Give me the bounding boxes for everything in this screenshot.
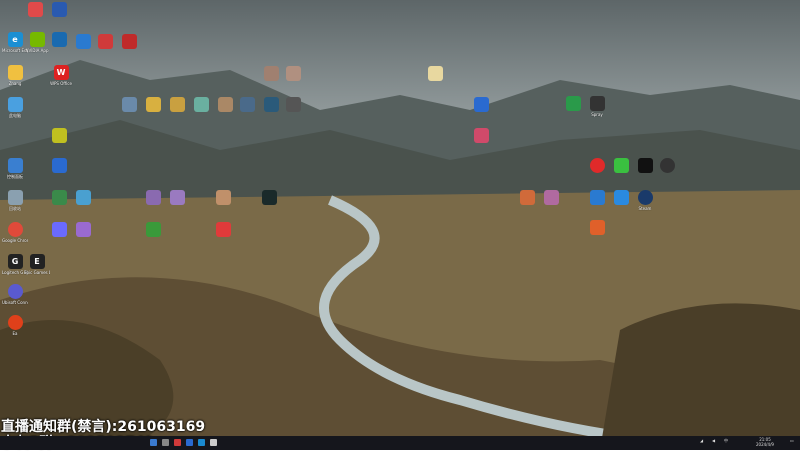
icon-label: Epic Games Launcher (24, 270, 50, 275)
logitech-icon: G (7, 254, 23, 269)
app-icon[interactable] (474, 97, 489, 112)
icon-label: Ea (12, 331, 18, 336)
app-icon[interactable] (264, 97, 279, 112)
app-icon[interactable] (590, 220, 605, 235)
app-icon[interactable] (194, 97, 209, 112)
app-icon[interactable] (146, 190, 161, 205)
taskbar-app-icon[interactable] (186, 439, 193, 446)
steam-icon (637, 190, 653, 205)
clock[interactable]: 21:05 2024/4/9 (756, 437, 774, 447)
icon-label: Spray (591, 112, 603, 117)
app-icon[interactable] (264, 66, 279, 81)
app-icon[interactable] (286, 66, 301, 81)
icon-label: 控制面板 (7, 174, 23, 179)
icon-label: Google Chrome (2, 238, 28, 243)
icon-label: NVIDIA App (25, 48, 49, 53)
spray-icon (589, 96, 605, 111)
clock-date: 2024/4/9 (756, 442, 774, 447)
input-language[interactable]: 中 (724, 438, 728, 444)
ea-shortcut[interactable]: Ea (2, 315, 28, 336)
search-icon[interactable] (162, 439, 169, 446)
zhang-shortcut[interactable]: Zhang (2, 65, 28, 86)
file-icon (7, 65, 23, 80)
ea-icon (7, 315, 23, 330)
icon-label: Steam (638, 206, 652, 211)
taskbar: ◢ ◀ 中 21:05 2024/4/9 ▭ (0, 436, 800, 450)
app-icon[interactable] (216, 222, 231, 237)
app-icon[interactable] (28, 2, 43, 17)
app-icon[interactable] (170, 190, 185, 205)
recycle-bin-shortcut[interactable]: 回收站 (2, 190, 28, 211)
app-icon[interactable] (660, 158, 675, 173)
ubisoft-shortcut[interactable]: Ubisoft Connect (2, 284, 28, 305)
app-icon[interactable] (122, 34, 137, 49)
app-icon[interactable] (262, 190, 277, 205)
steam-shortcut[interactable]: Steam (632, 190, 658, 211)
app-icon[interactable] (566, 96, 581, 111)
icon-label: WPS Office (50, 81, 72, 86)
app-icon[interactable] (544, 190, 559, 205)
icon-label: 回收站 (9, 206, 21, 211)
taskbar-app-icon[interactable] (174, 439, 181, 446)
app-icon[interactable] (122, 97, 137, 112)
wps-icon: W (53, 65, 69, 80)
nvidia-icon (29, 32, 45, 47)
chrome-icon (7, 222, 23, 237)
app-icon[interactable] (76, 190, 91, 205)
app-icon[interactable] (76, 222, 91, 237)
epic-shortcut[interactable]: E Epic Games Launcher (24, 254, 50, 275)
app-icon[interactable] (474, 128, 489, 143)
epic-icon: E (29, 254, 45, 269)
wps-shortcut[interactable]: W WPS Office (48, 65, 74, 86)
this-pc-shortcut[interactable]: 此电脑 (2, 97, 28, 118)
app-icon[interactable] (218, 97, 233, 112)
recycle-bin-icon (7, 190, 23, 205)
app-icon[interactable] (590, 190, 605, 205)
notification-icon[interactable]: ▭ (790, 438, 794, 443)
control-panel-shortcut[interactable]: 控制面板 (2, 158, 28, 179)
app-icon[interactable] (240, 97, 255, 112)
desktop-wallpaper (0, 0, 800, 450)
wifi-icon[interactable]: ◢ (700, 438, 703, 443)
taskbar-app-icon[interactable] (210, 439, 217, 446)
edge-icon: e (7, 32, 23, 47)
icon-label: 此电脑 (9, 113, 21, 118)
app-icon[interactable] (146, 222, 161, 237)
computer-icon (7, 97, 23, 112)
control-panel-icon (7, 158, 23, 173)
app-icon[interactable] (638, 158, 653, 173)
app-icon[interactable] (216, 190, 231, 205)
ubisoft-icon (7, 284, 23, 299)
app-icon[interactable] (590, 158, 605, 173)
app-icon[interactable] (76, 34, 91, 49)
app-icon[interactable] (52, 128, 67, 143)
app-icon[interactable] (614, 158, 629, 173)
chrome-shortcut[interactable]: Google Chrome (2, 222, 28, 243)
icon-label: Zhang (8, 81, 22, 86)
app-icon[interactable] (286, 97, 301, 112)
taskbar-app-icon[interactable] (198, 439, 205, 446)
app-icon[interactable] (520, 190, 535, 205)
icon-label: Ubisoft Connect (2, 300, 28, 305)
app-icon[interactable] (146, 97, 161, 112)
start-icon[interactable] (150, 439, 157, 446)
app-icon[interactable] (52, 222, 67, 237)
spray-shortcut[interactable]: Spray (584, 96, 610, 117)
app-icon[interactable] (170, 97, 185, 112)
app-icon[interactable] (52, 190, 67, 205)
app-icon[interactable] (98, 34, 113, 49)
nvidia-shortcut[interactable]: NVIDIA App (24, 32, 50, 53)
volume-icon[interactable]: ◀ (712, 438, 715, 443)
app-icon[interactable] (428, 66, 443, 81)
app-icon[interactable] (614, 190, 629, 205)
app-icon[interactable] (52, 32, 67, 47)
app-icon[interactable] (52, 2, 67, 17)
app-icon[interactable] (52, 158, 67, 173)
